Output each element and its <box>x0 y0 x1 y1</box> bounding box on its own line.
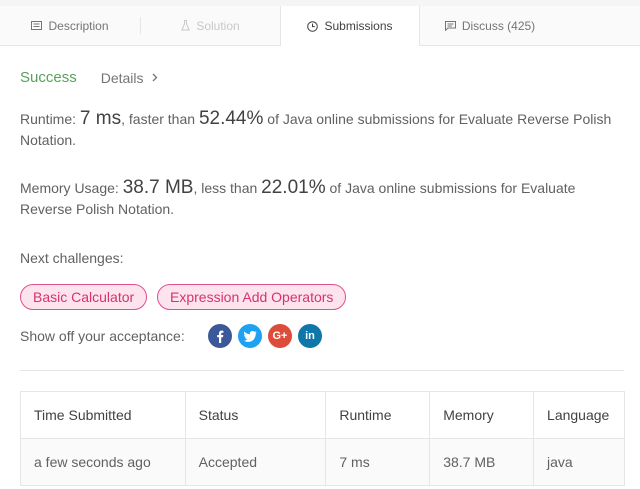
column-header[interactable]: Runtime <box>325 391 431 439</box>
column-header[interactable]: Language <box>533 391 625 439</box>
tab-solution[interactable]: Solution <box>141 6 280 45</box>
tab-description[interactable]: Description <box>0 6 140 45</box>
linkedin-icon[interactable]: in <box>298 324 322 348</box>
memory-comparison: , less than <box>193 180 262 196</box>
table-row: a few seconds ago Accepted 7 ms 38.7 MB … <box>20 438 625 486</box>
memory-stat: Memory Usage: 38.7 MB, less than 22.01% … <box>20 177 625 220</box>
tab-label: Discuss (425) <box>461 18 536 33</box>
details-label: Details <box>100 69 144 86</box>
memory-percent: 22.01% <box>261 177 326 198</box>
comment-icon <box>444 20 456 31</box>
status-accepted-link[interactable]: Accepted <box>184 438 327 486</box>
tab-discuss[interactable]: Discuss (425) <box>420 6 560 45</box>
tab-bar: Description Solution Submissions Discuss… <box>0 6 640 46</box>
table-header-row: Time Submitted Status Runtime Memory Lan… <box>20 391 625 439</box>
status-success: Success <box>20 69 77 86</box>
column-header[interactable]: Status <box>184 391 327 439</box>
twitter-icon[interactable] <box>238 324 262 348</box>
runtime-value: 7 ms <box>79 108 122 129</box>
flask-icon <box>181 20 191 31</box>
clock-icon <box>307 20 319 32</box>
challenge-basic-calculator[interactable]: Basic Calculator <box>20 284 148 310</box>
memory-value: 38.7 MB <box>122 177 194 198</box>
language-cell: java <box>533 438 625 486</box>
challenge-expression-add-operators[interactable]: Expression Add Operators <box>157 284 347 310</box>
share-label: Show off your acceptance: <box>20 328 185 344</box>
runtime-stat: Runtime: 7 ms, faster than 52.44% of Jav… <box>20 108 625 151</box>
runtime-cell: 7 ms <box>325 438 431 486</box>
document-icon <box>31 21 43 30</box>
tab-label: Submissions <box>324 19 393 33</box>
section-divider <box>20 370 624 371</box>
memory-label: Memory Usage: <box>20 180 123 196</box>
google-plus-icon[interactable]: G+ <box>268 324 292 348</box>
tab-label: Description <box>48 18 109 33</box>
chevron-right-icon <box>152 73 158 82</box>
result-header: Success Details <box>20 69 158 86</box>
runtime-label: Runtime: <box>20 111 80 127</box>
tab-label: Solution <box>196 18 240 33</box>
column-header[interactable]: Memory <box>429 391 535 439</box>
runtime-percent: 52.44% <box>198 108 264 129</box>
time-submitted-cell: a few seconds ago <box>20 438 186 486</box>
facebook-icon[interactable] <box>208 324 232 348</box>
tab-submissions[interactable]: Submissions <box>280 6 420 46</box>
runtime-comparison: , faster than <box>121 111 199 127</box>
next-challenges-label: Next challenges: <box>20 250 124 266</box>
details-link[interactable]: Details <box>101 70 158 86</box>
memory-cell: 38.7 MB <box>429 438 535 486</box>
column-header[interactable]: Time Submitted <box>20 391 186 439</box>
submissions-table: Time Submitted Status Runtime Memory Lan… <box>20 391 625 486</box>
